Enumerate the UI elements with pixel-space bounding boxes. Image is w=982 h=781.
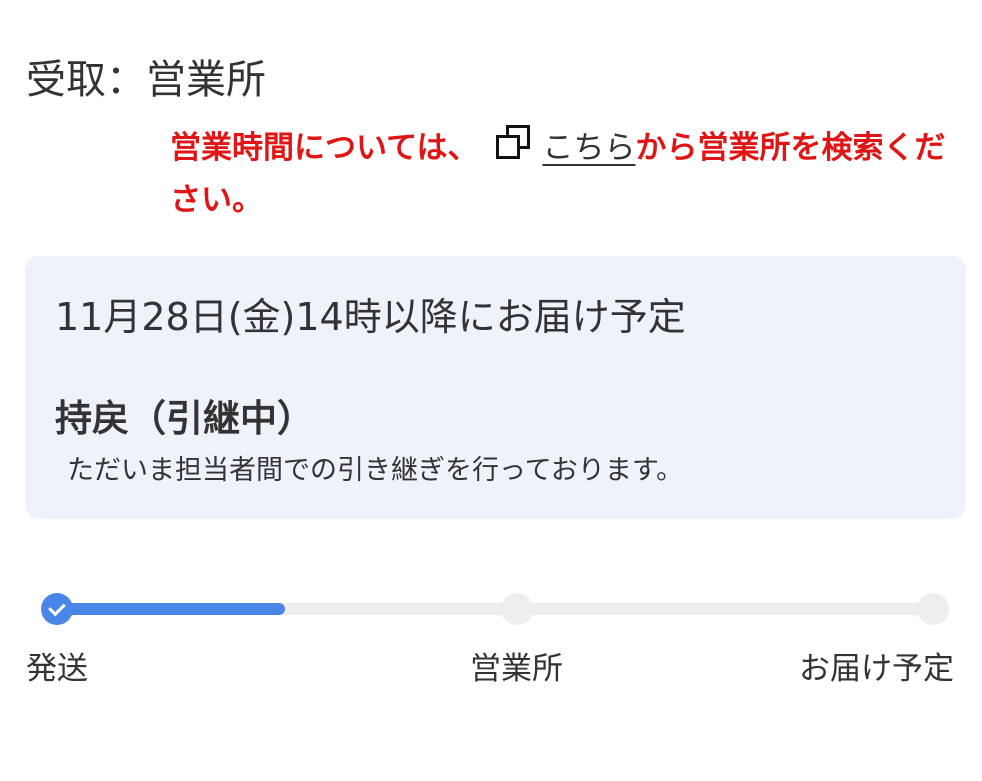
office-search-link[interactable]: こちら — [542, 130, 635, 166]
delivery-status-card: 11月28日(金)14時以降にお届け予定 持戻（引継中） ただいま担当者間での引… — [25, 256, 966, 519]
progress-track — [57, 603, 933, 615]
notice-prefix-text: 営業時間については、 — [170, 130, 479, 166]
step-dot-shipped — [41, 593, 73, 625]
delivery-progress: 発送 営業所 お届け予定 — [0, 580, 982, 700]
delivery-eta: 11月28日(金)14時以降にお届け予定 — [55, 295, 686, 339]
copy-icon — [496, 125, 536, 161]
business-hours-notice: 営業時間については、 こちらから営業所を検索ください。 — [170, 122, 950, 226]
step-label-office: 営業所 — [470, 651, 563, 687]
status-description: ただいま担当者間での引き継ぎを行っております。 — [67, 455, 684, 486]
check-icon — [48, 598, 66, 617]
status-title: 持戻（引継中） — [55, 397, 314, 440]
progress-fill — [57, 603, 285, 615]
step-dot-delivery — [917, 593, 949, 625]
office-search-link-wrap[interactable]: こちら — [478, 125, 635, 166]
step-label-shipped: 発送 — [26, 651, 88, 687]
receive-method-heading: 受取：営業所 — [26, 57, 266, 103]
step-label-delivery: お届け予定 — [799, 651, 954, 687]
step-dot-office — [501, 593, 533, 625]
